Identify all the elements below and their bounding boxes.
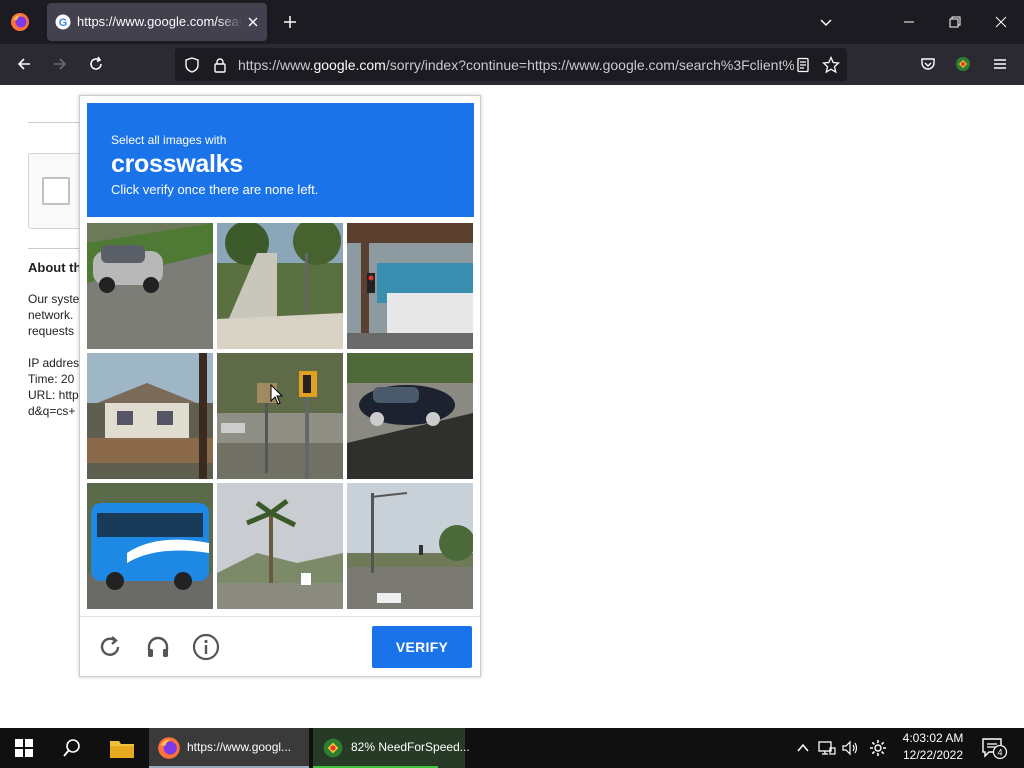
challenge-header: Select all images with crosswalks Click … — [87, 103, 474, 217]
challenge-note: Click verify once there are none left. — [111, 182, 319, 197]
ip-address-label: IP address — [28, 356, 80, 370]
reload-challenge-icon[interactable] — [95, 632, 125, 662]
challenge-target: crosswalks — [111, 150, 243, 178]
pocket-icon[interactable] — [916, 52, 940, 76]
new-tab-plus-icon[interactable] — [278, 10, 302, 34]
audio-challenge-headphones-icon[interactable] — [143, 632, 173, 662]
file-explorer-folder-icon[interactable] — [109, 728, 135, 768]
volume-speaker-icon[interactable] — [841, 738, 861, 758]
footer-divider — [80, 616, 480, 617]
info-line-3: requests — [28, 324, 75, 338]
minimize-icon[interactable] — [893, 6, 925, 38]
help-info-icon[interactable] — [191, 632, 221, 662]
firefox-logo-icon — [157, 736, 181, 760]
url-label: URL: http — [28, 388, 79, 402]
recaptcha-checkbox[interactable] — [42, 177, 70, 205]
url-text[interactable]: https://www.google.com/sorry/index?conti… — [238, 57, 794, 73]
lock-icon[interactable] — [211, 56, 229, 74]
tab-bar: G https://www.google.com/search? — [0, 0, 1024, 44]
captcha-tile-5-traffic-light[interactable] — [217, 353, 343, 479]
url-bar[interactable]: https://www.google.com/sorry/index?conti… — [175, 48, 847, 81]
taskbar-firefox[interactable]: https://www.googl... — [149, 728, 309, 768]
network-icon[interactable] — [817, 738, 837, 758]
list-all-tabs-chevron-icon[interactable] — [814, 10, 838, 34]
close-tab-icon[interactable] — [245, 14, 261, 30]
tab-title: https://www.google.com/search? — [77, 14, 242, 30]
clock-time: 4:03:02 AM — [902, 731, 964, 745]
info-line-1: Our systems have detected unusual traffi… — [28, 292, 80, 306]
notification-count: 4 — [997, 748, 1002, 758]
nav-bar: https://www.google.com/sorry/index?conti… — [0, 44, 1024, 85]
download-manager-icon — [321, 736, 345, 760]
windows-taskbar: https://www.googl... 82% NeedForSpeed...… — [0, 728, 1024, 768]
firefox-logo-icon[interactable] — [8, 10, 32, 34]
active-tab[interactable]: G https://www.google.com/search? — [47, 3, 267, 41]
query-tail: d&q=cs+ — [28, 404, 76, 418]
reload-icon[interactable] — [84, 52, 108, 76]
search-icon[interactable] — [62, 728, 82, 768]
restore-icon[interactable] — [939, 6, 971, 38]
google-favicon-icon: G — [55, 14, 71, 30]
system-clock[interactable]: 4:03:02 AM 12/22/2022 — [890, 730, 976, 766]
svg-text:G: G — [59, 17, 68, 29]
start-windows-icon[interactable] — [14, 728, 34, 768]
captcha-tile-8-palm-tree[interactable] — [217, 483, 343, 609]
clock-date: 12/22/2022 — [902, 748, 964, 762]
taskbar-firefox-label: https://www.googl... — [187, 740, 292, 754]
captcha-tile-2-stairs[interactable] — [217, 223, 343, 349]
info-line-2: network. — [28, 308, 74, 322]
captcha-tile-1-car[interactable] — [87, 223, 213, 349]
taskbar-download-label: 82% NeedForSpeed... — [351, 740, 470, 754]
captcha-tile-4-house[interactable] — [87, 353, 213, 479]
action-center-notification-icon[interactable]: 4 — [980, 736, 1008, 760]
close-window-icon[interactable] — [985, 6, 1017, 38]
captcha-tile-7-bus[interactable] — [87, 483, 213, 609]
challenge-instruction: Select all images with — [111, 133, 227, 147]
reader-view-icon[interactable] — [794, 56, 812, 74]
captcha-tile-9-street[interactable] — [347, 483, 473, 609]
tracking-shield-icon[interactable] — [183, 56, 201, 74]
about-heading: About this page — [28, 260, 80, 275]
verify-button[interactable]: VERIFY — [372, 626, 472, 668]
show-hidden-icons-chevron-icon[interactable] — [793, 738, 813, 758]
extension-icon[interactable] — [951, 52, 975, 76]
captcha-tile-6-car[interactable] — [347, 353, 473, 479]
mouse-cursor-icon — [270, 383, 284, 406]
back-arrow-icon[interactable] — [12, 52, 36, 76]
hamburger-menu-icon[interactable] — [988, 52, 1012, 76]
bookmark-star-icon[interactable] — [822, 56, 840, 74]
captcha-tile-3-traffic-light[interactable] — [347, 223, 473, 349]
forward-arrow-icon[interactable] — [48, 52, 72, 76]
taskbar-download-manager[interactable]: 82% NeedForSpeed... — [313, 728, 470, 768]
time-label: Time: 20 — [28, 372, 75, 386]
settings-gear-icon[interactable] — [868, 738, 888, 758]
